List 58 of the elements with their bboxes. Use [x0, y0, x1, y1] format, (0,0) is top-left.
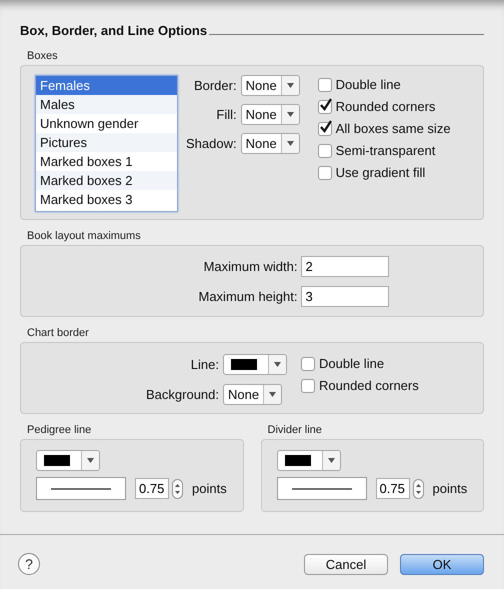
input-field[interactable]: 3 [301, 286, 390, 306]
field-label: Background: [146, 387, 219, 402]
line-style-preview[interactable] [36, 477, 126, 500]
field-label: Maximum width: [202, 258, 298, 274]
popup-button[interactable]: None [240, 133, 300, 154]
group-label: Chart border [26, 327, 90, 339]
popup-button[interactable]: None [240, 104, 300, 125]
field-label: Border: [192, 78, 237, 93]
checkbox[interactable]: All boxes same size [318, 119, 451, 138]
stepper-icon[interactable] [172, 478, 183, 498]
group-label: Book layout maximums [26, 230, 142, 242]
checkbox[interactable]: Double line [318, 75, 451, 94]
group-label: Pedigree line [26, 424, 92, 436]
caret-icon [328, 458, 334, 463]
caret-icon [269, 392, 276, 397]
field-label: Fill: [215, 107, 237, 122]
dialog-button[interactable]: OK [400, 554, 484, 574]
dialog-title: Box, Border, and Line Options [20, 23, 208, 38]
solid-line-icon [292, 488, 352, 490]
popup-button[interactable]: None [223, 384, 282, 405]
checkmark-icon [318, 120, 333, 134]
list-item[interactable]: Marked boxes 3 [36, 190, 177, 209]
color-popup-button[interactable] [223, 354, 287, 375]
list-item[interactable]: Unknown gender [36, 114, 177, 133]
checkbox[interactable]: Rounded corners [301, 376, 419, 395]
unit-label: points [192, 481, 227, 496]
checkbox[interactable]: Use gradient fill [318, 163, 451, 182]
caret-icon [87, 458, 94, 463]
list-item[interactable]: Marked boxes 1 [36, 152, 177, 171]
unit-label: points [432, 481, 468, 496]
checkbox[interactable]: Double line [301, 354, 419, 373]
dialog-button[interactable]: Cancel [304, 554, 388, 574]
color-popup-button[interactable] [276, 450, 340, 471]
stepper-icon[interactable] [412, 478, 424, 498]
caret-icon [286, 141, 294, 146]
caret-icon [286, 83, 294, 88]
input-field[interactable]: 0.75 [135, 478, 169, 499]
list-item[interactable]: Females [36, 76, 177, 95]
line-style-preview[interactable] [276, 477, 366, 500]
color-popup-button[interactable] [36, 450, 100, 471]
popup-button[interactable]: None [240, 75, 300, 96]
input-field[interactable]: 0.75 [376, 478, 410, 499]
list-item[interactable]: Males [36, 95, 177, 114]
caret-icon [286, 112, 294, 117]
checkbox[interactable]: Rounded corners [318, 97, 451, 116]
input-field[interactable]: 2 [301, 256, 390, 276]
solid-line-icon [51, 488, 111, 490]
field-label: Shadow: [186, 136, 237, 151]
group-label: Boxes [26, 50, 59, 62]
caret-icon [274, 362, 281, 367]
field-label: Line: [190, 357, 219, 372]
list-item[interactable]: Marked boxes 2 [36, 171, 177, 190]
field-label: Maximum height: [198, 288, 298, 304]
checkbox[interactable]: Semi-transparent [318, 141, 451, 160]
group-label: Divider line [266, 424, 323, 436]
checkmark-icon [318, 98, 333, 112]
list-item[interactable]: Pictures [36, 133, 177, 152]
help-button[interactable]: ? [18, 553, 40, 575]
